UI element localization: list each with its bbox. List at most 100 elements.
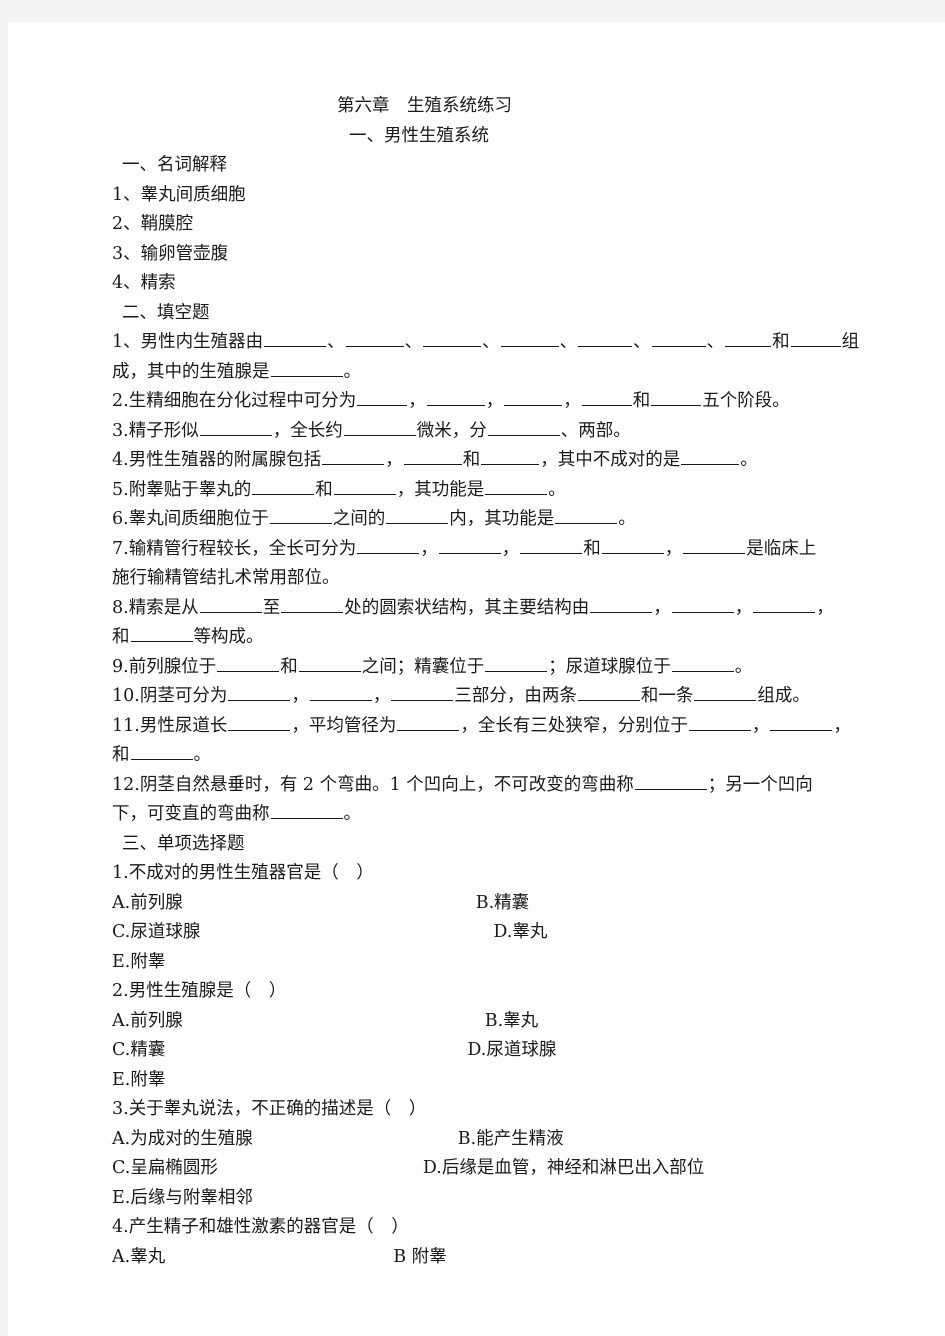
blank[interactable]: [228, 713, 291, 731]
blank[interactable]: [357, 536, 420, 554]
blank[interactable]: [199, 418, 272, 436]
choice-q3-option-b[interactable]: B.能产生精液: [253, 1125, 564, 1155]
blank[interactable]: [555, 506, 618, 524]
blank[interactable]: [634, 772, 707, 790]
choice-q3-option-c[interactable]: C.呈扁椭圆形: [112, 1154, 218, 1184]
q3-text-d: 、两部。: [560, 420, 631, 441]
blank[interactable]: [343, 418, 416, 436]
blank[interactable]: [520, 536, 583, 554]
blank[interactable]: [386, 506, 449, 524]
choice-q2-option-a[interactable]: A.前列腺: [112, 1007, 183, 1037]
blank[interactable]: [130, 742, 193, 760]
q4-text-a: 4.男性生殖器的附属腺包括: [112, 450, 322, 470]
q5-text-c: ，其功能是: [396, 479, 485, 500]
blank[interactable]: [683, 536, 746, 554]
blank[interactable]: [694, 683, 757, 701]
blank[interactable]: [426, 388, 485, 406]
choice-q3-option-d[interactable]: D.后缘是血管，神经和淋巴出入部位: [218, 1154, 704, 1184]
blank[interactable]: [487, 418, 560, 436]
blank[interactable]: [357, 388, 408, 406]
choice-question-4-stem: 4.产生精子和雄性激素的器官是（ ）: [112, 1217, 409, 1237]
blank[interactable]: [601, 536, 664, 554]
q6-text-d: 。: [618, 509, 636, 529]
blank[interactable]: [130, 624, 193, 642]
blank[interactable]: [485, 654, 548, 672]
term-item-4: 4、精索: [112, 273, 176, 293]
section-heading-fill: 二、填空题: [122, 302, 210, 323]
blank[interactable]: [423, 329, 482, 347]
q2-text-a: 2.生精细胞在分化过程中可分为: [112, 391, 357, 411]
blank[interactable]: [252, 477, 315, 495]
choice-q3-option-e[interactable]: E.后缘与附睾相邻: [112, 1184, 872, 1214]
q8-text-c: 处的圆索状结构，其主要结构由: [344, 597, 590, 618]
choice-q1-option-c[interactable]: C.尿道球腺: [112, 918, 200, 948]
blank[interactable]: [269, 506, 332, 524]
blank[interactable]: [438, 536, 501, 554]
blank[interactable]: [651, 388, 702, 406]
q3-text-c: 微米，分: [416, 420, 487, 441]
q5-text-b: 和: [315, 479, 333, 500]
fill-question-12: 12.阴茎自然悬垂时，有 2 个弯曲。1 个凹向上，不可改变的弯曲称 ；另一个凹向: [112, 771, 872, 801]
blank[interactable]: [270, 359, 343, 377]
blank[interactable]: [578, 329, 633, 347]
blank[interactable]: [671, 654, 734, 672]
blank[interactable]: [322, 447, 385, 465]
choice-q2-option-e[interactable]: E.附睾: [112, 1066, 872, 1096]
choice-q1-option-d[interactable]: D.睾丸: [200, 918, 547, 948]
blank[interactable]: [298, 654, 361, 672]
blank[interactable]: [725, 329, 772, 347]
q5-text-a: 5.附睾贴于睾丸的: [112, 479, 252, 500]
choice-q3-option-a[interactable]: A.为成对的生殖腺: [112, 1125, 253, 1155]
choice-q4-option-a[interactable]: A.睾丸: [112, 1243, 165, 1273]
blank[interactable]: [217, 654, 280, 672]
blank[interactable]: [309, 683, 372, 701]
blank[interactable]: [270, 801, 343, 819]
blank[interactable]: [333, 477, 396, 495]
q1-sep-2: 、: [404, 332, 423, 352]
term-item-2: 2、鞘膜腔: [112, 214, 194, 234]
q1-sep-6: 、: [706, 332, 725, 352]
choice-q1-option-e[interactable]: E.附睾: [112, 948, 872, 978]
choice-q2-option-d[interactable]: D.尿道球腺: [165, 1036, 556, 1066]
q12-text-d: 。: [343, 804, 362, 824]
blank[interactable]: [651, 329, 706, 347]
blank[interactable]: [485, 477, 548, 495]
choice-q4-option-b[interactable]: B 附睾: [165, 1243, 446, 1273]
q2-and: 和: [632, 391, 651, 411]
blank[interactable]: [753, 595, 816, 613]
q10-text-a: 10.阴茎可分为: [112, 686, 228, 706]
choice-q1-option-a[interactable]: A.前列腺: [112, 889, 183, 919]
choice-q1-option-b[interactable]: B.精囊: [183, 889, 529, 919]
q7-text-a: 7.输精管行程较长，全长可分为: [112, 538, 357, 559]
choice-q2-option-b[interactable]: B.睾丸: [183, 1007, 538, 1037]
blank[interactable]: [790, 329, 841, 347]
blank[interactable]: [581, 388, 632, 406]
blank[interactable]: [199, 595, 262, 613]
blank[interactable]: [688, 713, 751, 731]
blank[interactable]: [671, 595, 734, 613]
blank[interactable]: [397, 713, 460, 731]
blank[interactable]: [403, 447, 462, 465]
q1-sep-1: 、: [327, 332, 345, 352]
q1-sep-5: 、: [633, 332, 651, 352]
blank[interactable]: [500, 329, 559, 347]
blank[interactable]: [345, 329, 404, 347]
choice-q3-row-ab: A.为成对的生殖腺 B.能产生精液: [112, 1125, 872, 1155]
choice-q2-option-c[interactable]: C.精囊: [112, 1036, 165, 1066]
choice-q2-row-cd: C.精囊 D.尿道球腺: [112, 1036, 872, 1066]
q3-text-b: ，全长约: [272, 420, 343, 441]
blank[interactable]: [770, 713, 833, 731]
q10-text-b: ，: [291, 686, 309, 706]
q9-text-b: 和: [280, 656, 298, 677]
q1-sep-4: 、: [559, 332, 578, 352]
blank[interactable]: [228, 683, 291, 701]
choice-q2-row-ab: A.前列腺 B.睾丸: [112, 1007, 872, 1037]
blank[interactable]: [481, 447, 540, 465]
blank[interactable]: [577, 683, 640, 701]
blank[interactable]: [264, 329, 327, 347]
blank[interactable]: [681, 447, 740, 465]
blank[interactable]: [504, 388, 563, 406]
blank[interactable]: [281, 595, 344, 613]
blank[interactable]: [391, 683, 454, 701]
blank[interactable]: [590, 595, 653, 613]
